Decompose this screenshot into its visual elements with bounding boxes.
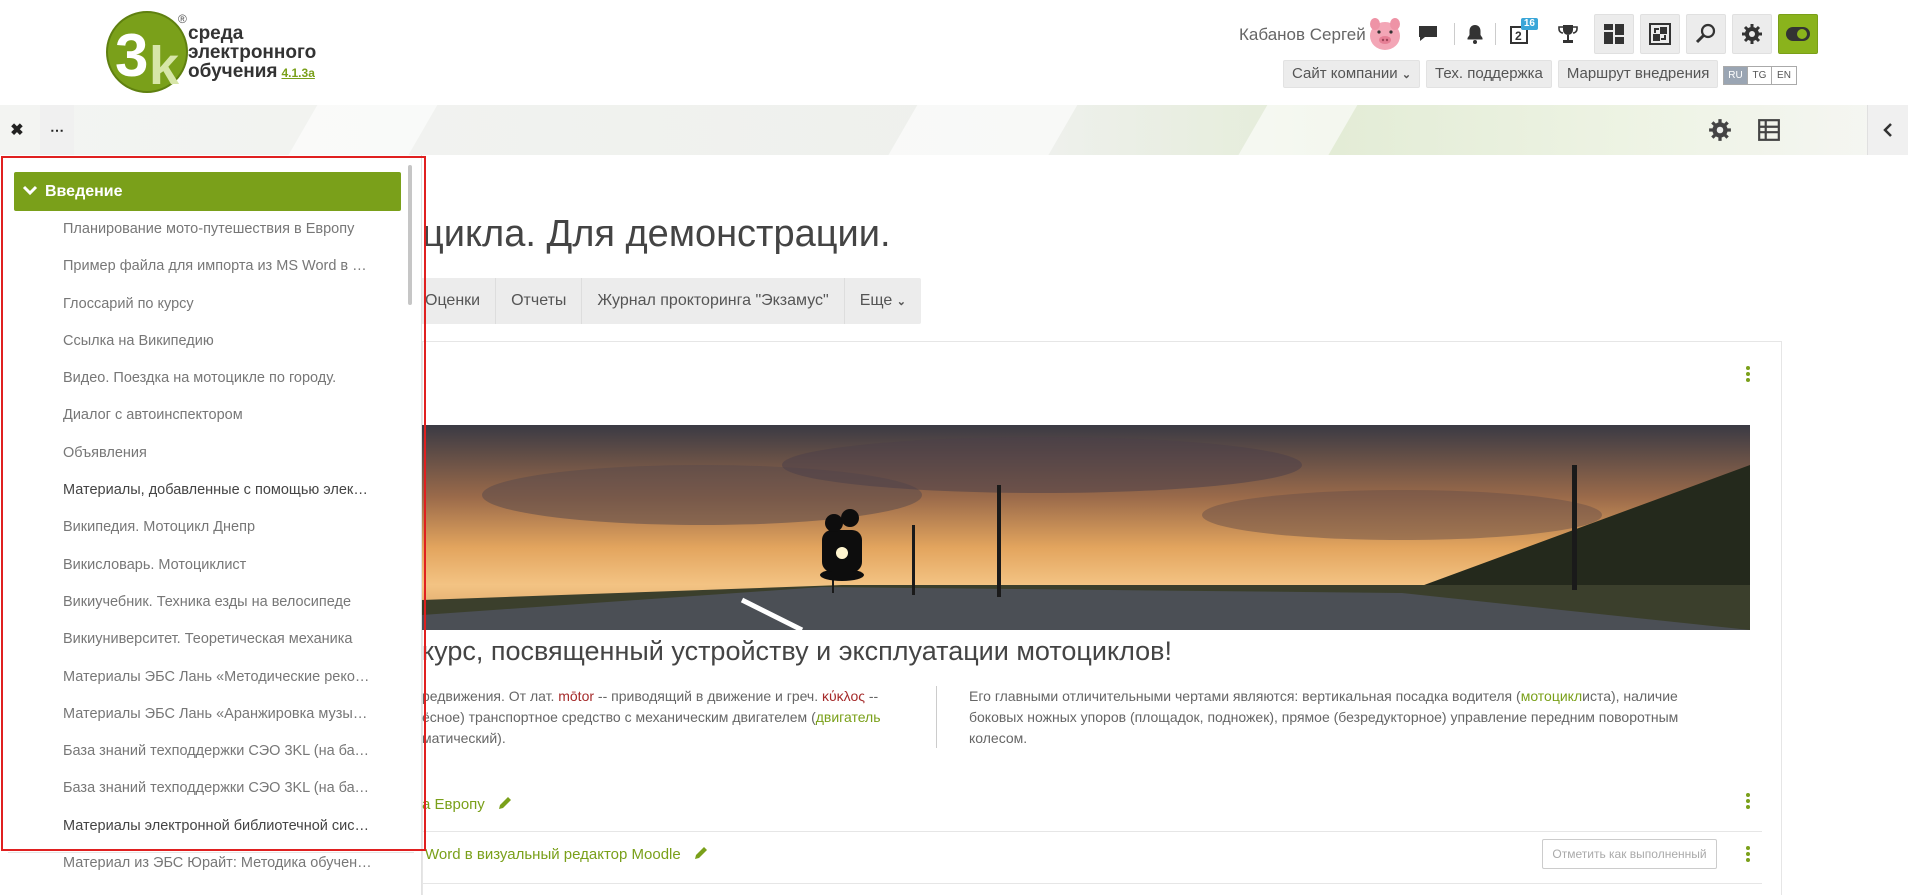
svg-text:k: k [149,36,180,95]
language-switcher: RU TG EN [1723,66,1797,85]
drawer-item[interactable]: Глоссарий по курсу [63,294,373,314]
drawer-item[interactable]: База знаний техподдержки СЭО 3KL (на баз… [63,741,373,761]
section-header-introduction[interactable]: Введение [14,172,401,211]
top-icon-bar: 2 16 [1408,14,1818,54]
route-button[interactable]: Маршрут внедрения [1557,60,1719,88]
drawer-item[interactable]: Материалы электронной библиотечной систе… [63,816,373,836]
course-headline: курс, посвященный устройству и эксплуата… [422,636,1172,666]
tab-more[interactable]: Еще ⌄ [845,278,921,324]
site-header: 3 k ® среда электронного обучения 4.1.3а … [0,0,1908,105]
course-description-right: Его главными отличительными чертами явля… [969,688,1679,746]
tab-proctoring-journal[interactable]: Журнал прокторинга "Экзамус" [582,278,845,324]
open-blocks-drawer-button[interactable] [1867,105,1908,155]
lang-en[interactable]: EN [1772,67,1796,84]
notification-badge: 16 [1520,18,1538,30]
course-description-left: редвижения. От лат. mōtor -- приводящий … [422,688,881,746]
column-divider [936,686,937,748]
close-drawer-button[interactable]: ✖ [0,105,34,155]
blocks-list-icon[interactable] [1757,118,1781,142]
kyklos-term: κύκλος [822,688,865,704]
drawer-item[interactable]: Видео. Поездка на мотоцикле по городу. [63,368,373,388]
hero-motorcycle-image [422,425,1750,630]
drawer-scrollbar[interactable] [408,165,412,305]
brand-line-1: среда [188,23,244,44]
settings-gear-icon[interactable] [1732,14,1772,54]
motorcycle-link[interactable]: мотоцикл [1521,688,1582,704]
edit-pencil-icon[interactable] [693,845,709,861]
drawer-item[interactable]: Планирование мото-путешествия в Европу [63,219,373,239]
chevron-left-icon [1883,123,1892,137]
chevron-down-icon: ⌄ [1401,69,1412,81]
activity-link[interactable]: а Европу [422,795,513,813]
course-title: цикла. Для демонстрации. [422,213,891,255]
activity-actions-kebab-icon[interactable] [1743,790,1753,812]
brand-line-3: обучения 4.1.3а [188,61,315,82]
brand-name: среда электронного обучения 4.1.3а [188,24,316,83]
drawer-item[interactable]: Материалы ЭБС Лань «Методические рекомен… [63,667,373,687]
theme-toggle-icon[interactable] [1778,14,1818,54]
chevron-down-icon [22,185,38,196]
engine-link[interactable]: двигатель [816,709,881,725]
activity-actions-kebab-icon[interactable] [1743,843,1753,865]
drawer-item[interactable]: База знаний техподдержки СЭО 3KL (на баз… [63,778,373,798]
drawer-item[interactable]: Диалог с автоинспектором [63,405,373,425]
lang-tg[interactable]: TG [1748,67,1772,84]
user-name[interactable]: Кабанов Сергей [1239,25,1366,45]
tasks-counter-icon[interactable]: 2 16 [1502,14,1542,54]
company-site-dropdown[interactable]: Сайт компании ⌄ [1283,60,1421,88]
chevron-down-icon: ⌄ [896,296,906,308]
version-link[interactable]: 4.1.3а [282,66,315,80]
decor-shape [1226,105,1364,155]
drawer-item[interactable]: Викисловарь. Мотоциклист [63,555,373,575]
achievements-trophy-icon[interactable] [1548,14,1588,54]
banner-bar: ✖ ⋯ [0,105,1908,155]
svg-text:2: 2 [1515,29,1522,43]
activity-row: а Европу [422,780,1762,832]
decor-shape [276,105,444,155]
drawer-item[interactable]: Википедия. Мотоцикл Днепр [63,517,373,537]
drawer-item[interactable]: Викиуниверситет. Теоретическая механика [63,629,373,649]
notifications-bell-icon[interactable] [1461,14,1489,54]
section-actions-kebab-icon[interactable] [1743,363,1753,385]
activity-link[interactable]: Word в визуальный редактор Moodle [425,845,709,863]
drawer-item[interactable]: Викиучебник. Техника езды на велосипеде [63,592,373,612]
drawer-item[interactable]: Объявления [63,443,373,463]
dashboard-icon[interactable] [1594,14,1634,54]
drawer-item[interactable]: Пример файла для импорта из MS Word в ви… [63,256,373,276]
divider [1454,23,1455,45]
fullscreen-icon[interactable] [1640,14,1680,54]
drawer-item[interactable]: Материалы ЭБС Лань «Аранжировка музыки» [63,704,373,724]
support-button[interactable]: Тех. поддержка [1426,60,1552,88]
brand-line-2: электронного [188,42,317,63]
more-options-button[interactable]: ⋯ [40,105,74,155]
registered-mark: ® [178,12,187,26]
user-avatar-icon[interactable] [1367,16,1403,52]
drawer-item[interactable]: Материал из ЭБС Юрайт: Методика обучения [63,853,373,873]
lang-ru[interactable]: RU [1724,67,1748,84]
course-tabs: Оценки Отчеты Журнал прокторинга "Экзаму… [410,278,921,324]
drawer-item[interactable]: Материалы, добавленные с помощью электро… [63,480,373,500]
header-subnav: Сайт компании ⌄ Тех. поддержка Маршрут в… [1283,60,1719,88]
search-icon[interactable] [1686,14,1726,54]
motor-term: mōtor [558,688,595,704]
tab-reports[interactable]: Отчеты [496,278,583,324]
divider [1495,23,1496,45]
decor-shape [876,105,1084,155]
edit-pencil-icon[interactable] [497,795,513,811]
tab-grades[interactable]: Оценки [410,278,497,324]
messages-icon[interactable] [1408,14,1448,54]
mark-complete-button[interactable]: Отметить как выполненный [1542,839,1717,869]
svg-text:3: 3 [115,22,148,89]
course-settings-gear-icon[interactable] [1708,118,1732,142]
drawer-item[interactable]: Ссылка на Википедию [63,331,373,351]
